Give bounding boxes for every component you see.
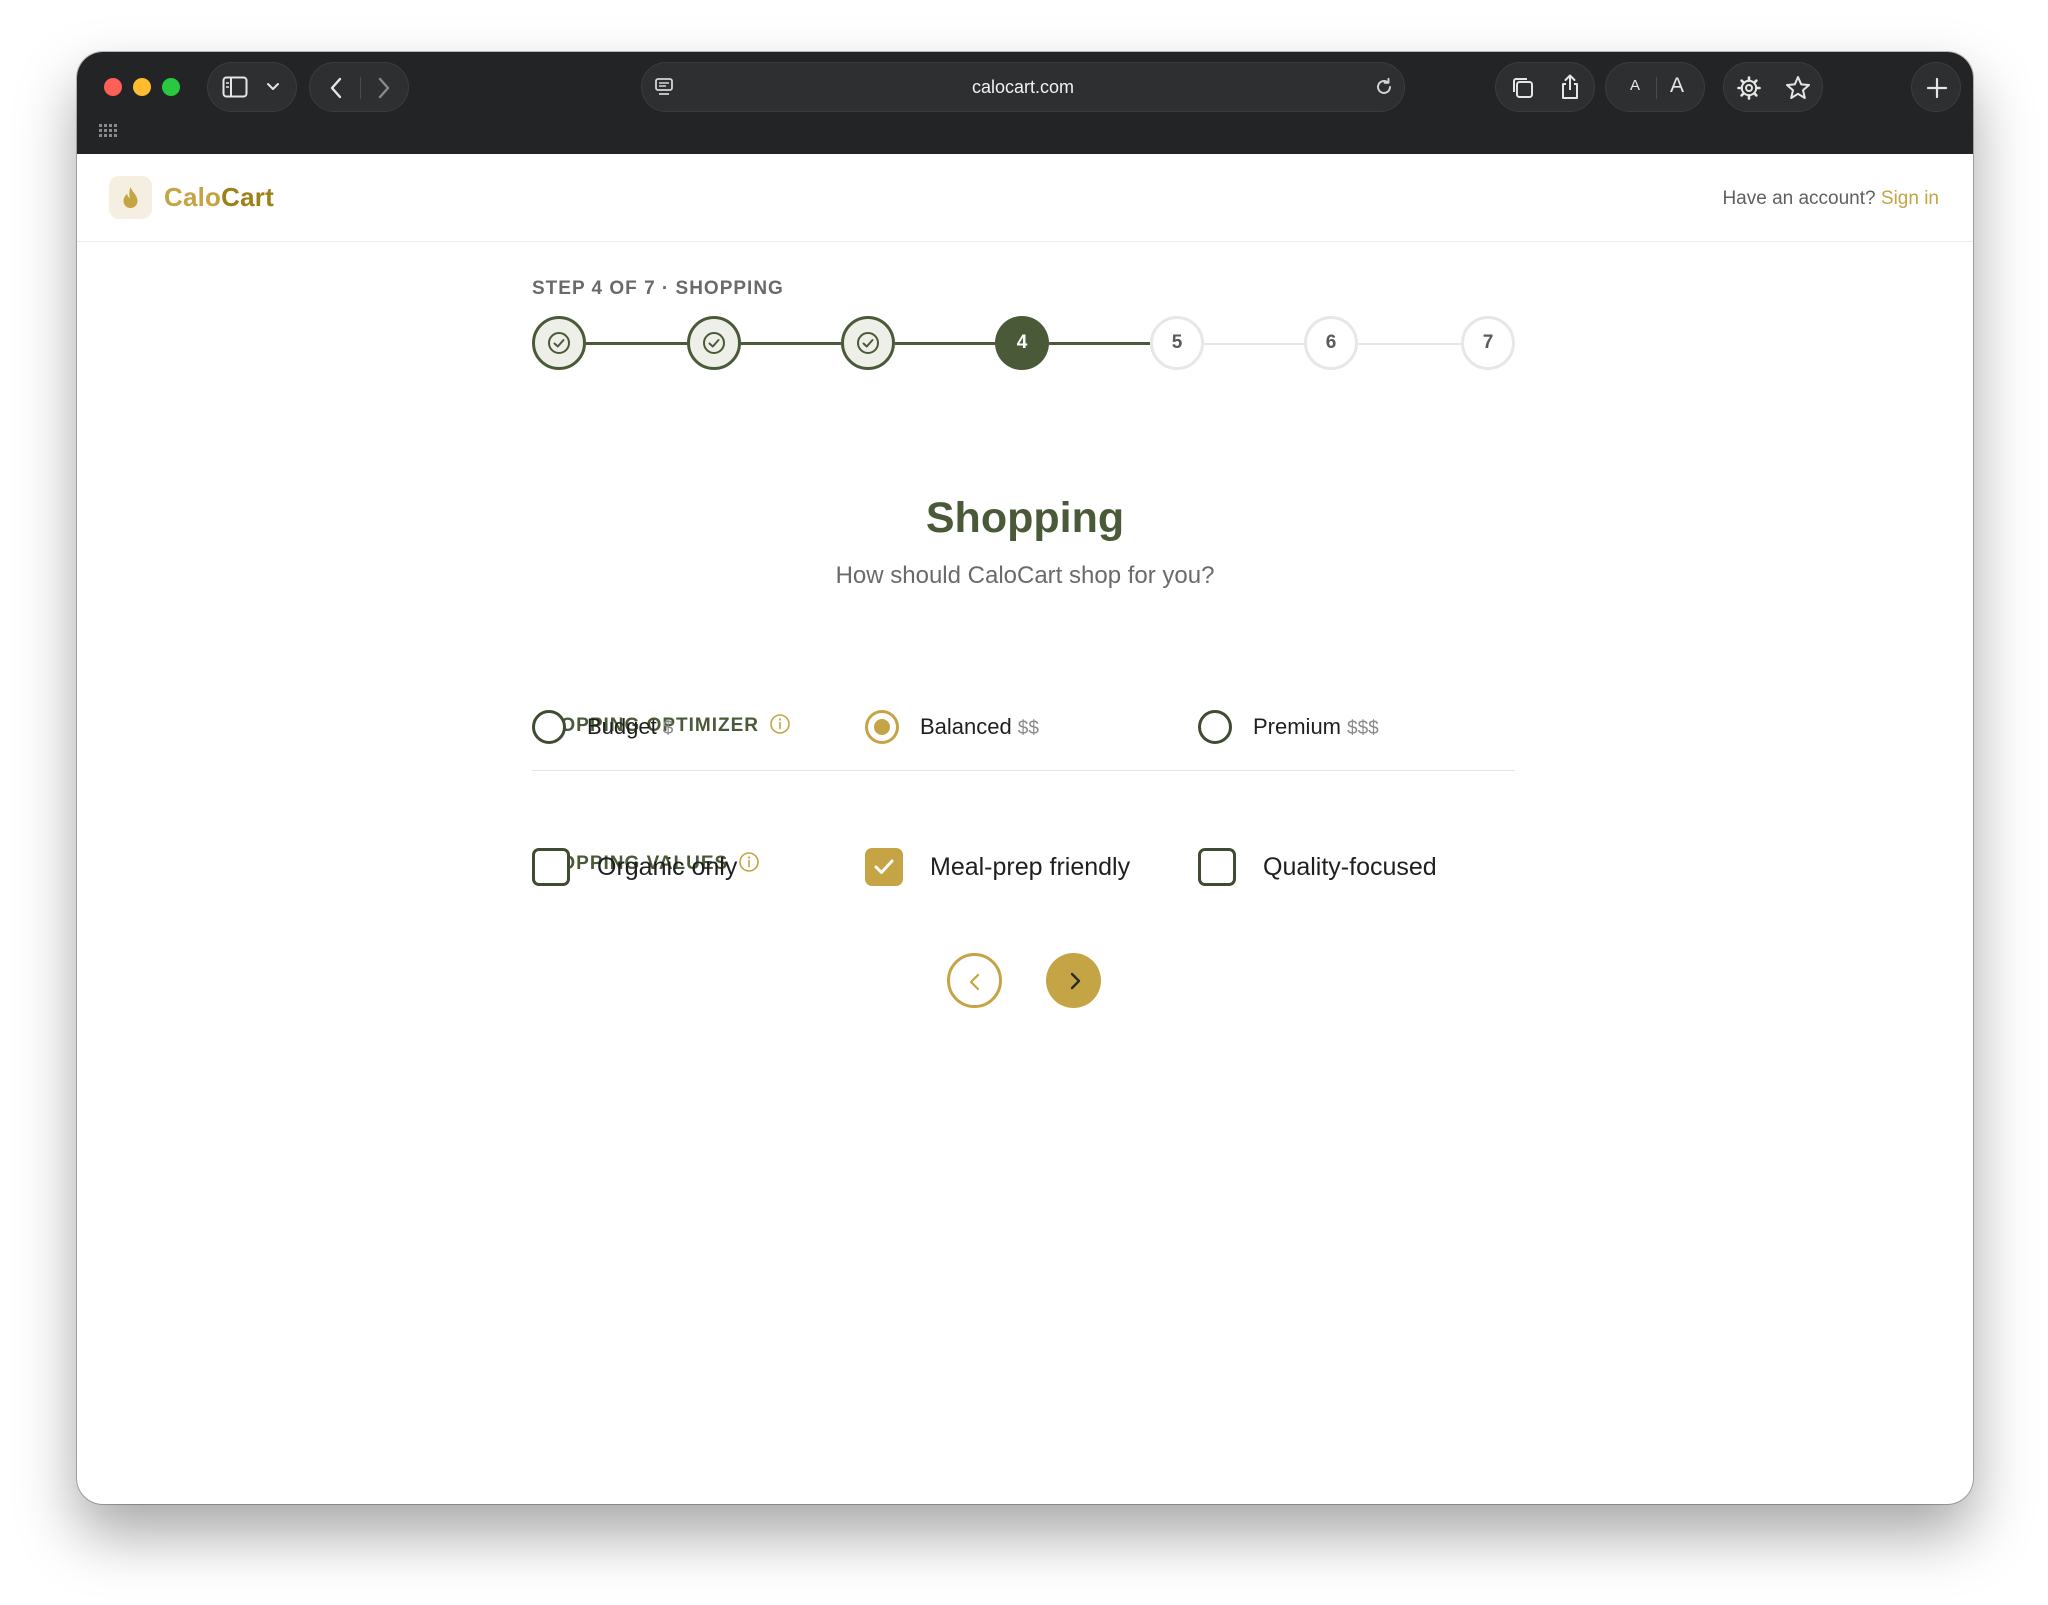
reload-icon[interactable] — [1374, 77, 1394, 97]
brand-name-part2: Cart — [221, 182, 274, 212]
step-connector — [1358, 343, 1461, 345]
account-prompt: Have an account? Sign in — [1722, 188, 1939, 210]
site-header: CaloCart Have an account? Sign in — [77, 154, 1973, 242]
price-tier: $ — [662, 718, 674, 739]
chevron-right-icon — [1070, 972, 1081, 990]
gear-icon[interactable] — [1736, 75, 1762, 101]
option-label: Meal-prep friendly — [930, 853, 1131, 881]
browser-toolbar: calocart.com A A — [77, 52, 1973, 154]
minimize-window-button[interactable] — [133, 78, 151, 96]
logo[interactable] — [109, 176, 152, 219]
chevron-down-icon[interactable] — [266, 82, 280, 92]
step-5: 5 — [1150, 316, 1204, 370]
radio-button[interactable] — [1198, 710, 1232, 744]
address-bar[interactable]: calocart.com — [641, 62, 1405, 112]
next-button[interactable] — [1046, 953, 1101, 1008]
checkbox-checked[interactable] — [865, 848, 903, 886]
step-2-completed[interactable] — [687, 316, 741, 370]
back-button[interactable] — [947, 953, 1002, 1008]
settings-bookmark-group — [1723, 62, 1823, 112]
price-tier: $$$ — [1347, 718, 1379, 739]
progress-stepper: 4 5 6 7 — [532, 316, 1515, 372]
info-icon[interactable] — [769, 713, 791, 735]
radio-button-selected[interactable] — [865, 710, 899, 744]
step-connector — [1049, 342, 1150, 345]
check-circle-icon — [703, 332, 725, 354]
grid-icon[interactable] — [99, 124, 117, 138]
check-circle-icon — [857, 332, 879, 354]
option-label: Budget — [587, 714, 657, 739]
checkbox[interactable] — [1198, 848, 1236, 886]
page-subtitle: How should CaloCart shop for you? — [835, 562, 1215, 589]
tabs-icon[interactable] — [1510, 75, 1536, 101]
option-label: Balanced — [920, 714, 1012, 739]
close-window-button[interactable] — [104, 78, 122, 96]
share-icon[interactable] — [1558, 73, 1582, 101]
url-text[interactable]: calocart.com — [642, 63, 1404, 111]
flame-icon — [123, 187, 138, 208]
step-7: 7 — [1461, 316, 1515, 370]
new-tab-group — [1911, 62, 1961, 112]
radio-button[interactable] — [532, 710, 566, 744]
section-divider — [532, 770, 1515, 771]
zoom-window-button[interactable] — [162, 78, 180, 96]
forward-arrow-icon[interactable] — [376, 76, 392, 100]
text-smaller-icon[interactable]: A — [1630, 77, 1640, 94]
step-1-completed[interactable] — [532, 316, 586, 370]
sidebar-icon[interactable] — [222, 76, 248, 98]
history-nav-group — [309, 62, 409, 112]
chevron-left-icon — [969, 973, 980, 991]
price-tier: $$ — [1017, 718, 1039, 739]
step-connector — [741, 342, 841, 345]
step-connector — [1204, 343, 1304, 345]
info-icon[interactable] — [738, 851, 760, 873]
check-circle-icon — [548, 332, 570, 354]
tabs-share-group — [1495, 62, 1595, 112]
step-connector — [895, 342, 995, 345]
browser-window: calocart.com A A CaloCart Have an accoun… — [77, 52, 1973, 1504]
brand-name[interactable]: CaloCart — [164, 182, 274, 213]
text-size-group: A A — [1605, 62, 1705, 112]
option-label: Premium — [1253, 714, 1342, 739]
checkmark-icon — [874, 859, 894, 874]
step-6: 6 — [1304, 316, 1358, 370]
step-indicator-label: STEP 4 OF 7 · SHOPPING — [532, 278, 784, 299]
plus-icon[interactable] — [1926, 77, 1948, 99]
back-arrow-icon[interactable] — [328, 76, 344, 100]
sign-in-link[interactable]: Sign in — [1881, 188, 1939, 209]
sidebar-toggle-group — [207, 62, 297, 112]
option-label: Quality-focused — [1263, 853, 1437, 881]
star-icon[interactable] — [1784, 74, 1812, 102]
page-title: Shopping — [925, 494, 1125, 542]
step-connector — [586, 342, 687, 345]
step-3-completed[interactable] — [841, 316, 895, 370]
option-label: Organic only — [597, 853, 738, 881]
account-prompt-text: Have an account? — [1722, 188, 1876, 209]
text-larger-icon[interactable]: A — [1670, 74, 1684, 98]
brand-name-part1: Calo — [164, 182, 222, 212]
checkbox[interactable] — [532, 848, 570, 886]
step-4-current: 4 — [995, 316, 1049, 370]
